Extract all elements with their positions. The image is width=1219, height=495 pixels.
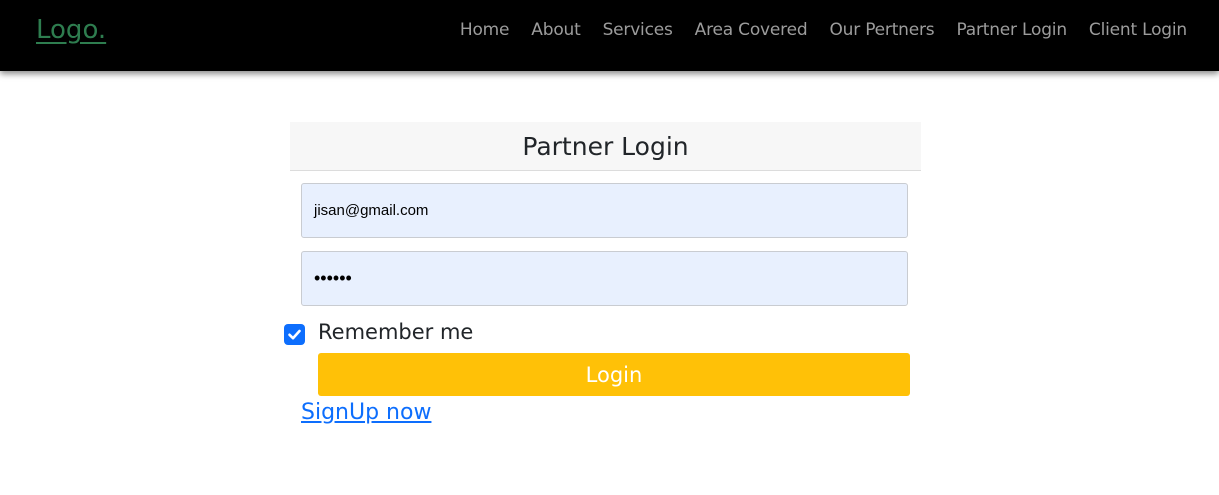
navbar: Logo. Home About Services Area Covered O…	[0, 0, 1219, 71]
nav-link-about[interactable]: About	[531, 20, 580, 40]
nav-links: Home About Services Area Covered Our Per…	[438, 20, 1187, 40]
password-field[interactable]: ••••••	[301, 251, 908, 306]
page-title: Partner Login	[522, 131, 689, 161]
login-button[interactable]: Login	[318, 353, 910, 396]
email-field-value: jisan@gmail.com	[314, 202, 429, 219]
password-field-value: ••••••	[314, 268, 352, 288]
nav-link-area-covered[interactable]: Area Covered	[695, 20, 808, 40]
remember-me-label[interactable]: Remember me	[318, 320, 473, 344]
nav-link-our-partners[interactable]: Our Pertners	[829, 20, 934, 40]
login-button-label: Login	[585, 362, 643, 387]
nav-link-client-login[interactable]: Client Login	[1089, 20, 1187, 40]
checkmark-icon	[288, 329, 301, 340]
remember-me-checkbox[interactable]	[284, 324, 305, 345]
nav-link-home[interactable]: Home	[460, 20, 510, 40]
card-header: Partner Login	[290, 122, 921, 171]
email-field[interactable]: jisan@gmail.com	[301, 183, 908, 238]
nav-link-partner-login[interactable]: Partner Login	[956, 20, 1067, 40]
nav-link-services[interactable]: Services	[603, 20, 673, 40]
logo-link[interactable]: Logo.	[36, 15, 106, 45]
signup-link[interactable]: SignUp now	[301, 400, 431, 425]
